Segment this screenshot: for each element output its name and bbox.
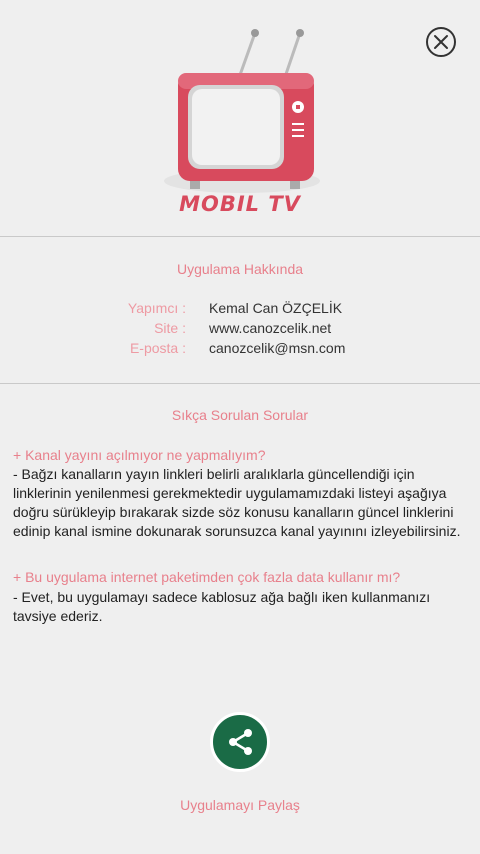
faq-answer: - Evet, bu uygulamayı sadece kablosuz ağ… (13, 589, 431, 624)
close-button[interactable] (426, 27, 456, 57)
share-button[interactable] (210, 712, 270, 772)
site-link[interactable]: www.canozcelik.net (209, 320, 331, 336)
faq-question: + Bu uygulama internet paketimden çok fa… (13, 569, 401, 585)
info-row-site: Site : www.canozcelik.net (0, 320, 480, 340)
faq-title: Sıkça Sorulan Sorular (171, 407, 309, 423)
faq-answer: - Bağzı kanalların yayın linkleri belirl… (13, 466, 461, 539)
email-link[interactable]: canozcelik@msn.com (209, 340, 345, 356)
logo-text: MOBIL TV (179, 192, 301, 216)
divider (0, 383, 480, 384)
info-row-developer: Yapımcı : Kemal Can ÖZÇELİK (0, 300, 480, 320)
share-icon (229, 729, 252, 755)
info-row-email: E-posta : canozcelik@msn.com (0, 340, 480, 360)
share-label[interactable]: Uygulamayı Paylaş (0, 797, 480, 813)
faq-question: + Kanal yayını açılmıyor ne yapmalıyım? (13, 447, 266, 463)
info-label: Yapımcı : (127, 300, 186, 316)
divider (0, 236, 480, 237)
info-label: Site : (154, 320, 186, 336)
close-icon (434, 35, 448, 49)
tv-icon (164, 29, 320, 193)
info-value: Kemal Can ÖZÇELİK (209, 300, 343, 316)
about-title: Uygulama Hakkında (176, 261, 304, 277)
info-label: E-posta : (129, 340, 186, 356)
